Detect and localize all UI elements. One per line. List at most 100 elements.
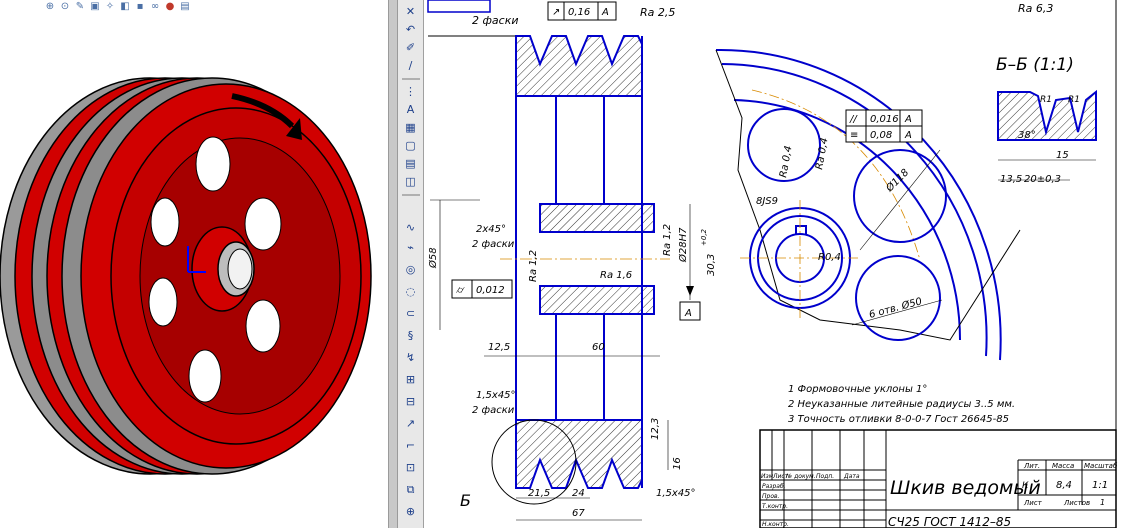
material: СЧ25 ГОСТ 1412–85 (888, 515, 1011, 528)
tb-col-podp: Подп. (816, 473, 834, 480)
chamfer-15x45: 1,5х45° (476, 390, 516, 401)
dim-303: 30,3 (706, 254, 717, 276)
dim-303-tol: +0,2 (700, 228, 708, 246)
note-3: 3 Точность отливки 8-0-0-7 Гост 26645-85 (788, 414, 1009, 425)
technical-drawing: ↗ 0,16 A Ra 2,5 Ra 6,3 2 фаски 2х45° 2 ф… (427, 0, 1118, 528)
zoom-fit-icon[interactable]: ⊙ (59, 1, 71, 13)
cube-icon[interactable]: ▣ (89, 1, 101, 13)
point-icon[interactable]: ⋮ (403, 84, 418, 99)
pulley-3d-model[interactable] (0, 14, 388, 528)
sec-r1-a: R1 (1040, 95, 1052, 105)
ra-12-right: Ra 1,2 (662, 224, 673, 256)
key-8js9: 8JS9 (756, 196, 778, 207)
rect-icon[interactable]: ⊞ (403, 372, 418, 387)
symmetry-value: 0,08 (870, 130, 892, 141)
ra-04-b: Ra 0,4 (814, 137, 830, 171)
move-icon[interactable]: ⊕ (403, 504, 418, 519)
section-bb-detail (997, 89, 1097, 181)
tb-col-doc: № докум. (785, 473, 816, 480)
zoom-in-icon[interactable]: ⊕ (44, 1, 56, 13)
tb-row-razrab: Разраб. (762, 483, 786, 490)
dia-58: Ø58 (427, 247, 439, 269)
pulley-section-view (430, 35, 701, 521)
select-icon[interactable]: ✕ (403, 4, 418, 19)
drawing-toolbar: ✕ ↶ ✐ ∕ ⋮ A ▦ ▢ ▤ ◫ ∿ ⌁ ◎ ◌ ⊂ § ↯ ⊞ ⊟ ↗ … (398, 0, 424, 528)
tb-mass-label: Масса (1052, 462, 1074, 470)
two-chamfers-mid: 2 фаски (472, 239, 515, 250)
tb-col-data: Дата (843, 473, 860, 480)
copy-icon[interactable]: ⧉ (403, 482, 418, 497)
sec-15: 15 (1056, 150, 1069, 161)
scene-icon[interactable]: ▤ (179, 1, 191, 13)
layer-icon[interactable]: ▤ (403, 156, 418, 171)
dim-67: 67 (572, 508, 585, 519)
sec-20: 20±0,3 (1024, 174, 1061, 185)
spoke-hole (195, 136, 231, 192)
dim-125: 12,5 (488, 342, 510, 353)
tb-row-tkontr: Т.контр. (762, 503, 788, 510)
part-name: Шкив ведомый (890, 477, 1041, 499)
spoke-hole (150, 197, 180, 247)
hatch-icon[interactable]: § (403, 328, 418, 343)
offset-icon[interactable]: ⌐ (403, 438, 418, 453)
wrench-icon[interactable]: ✎ (74, 1, 86, 13)
snap-icon[interactable]: ✧ (104, 1, 116, 13)
sec-135: 13,5 (1000, 174, 1022, 185)
line-icon[interactable]: ✐ (403, 40, 418, 55)
runout-value: 0,012 (476, 285, 505, 296)
circle-icon[interactable]: ◎ (403, 262, 418, 277)
sec-38: 38° (1018, 130, 1036, 141)
svg-text:↗: ↗ (552, 7, 560, 18)
tb-col-izm: Изм (761, 473, 774, 480)
two-chamfers-top: 2 фаски (472, 14, 518, 27)
spoke-hole (188, 349, 222, 403)
mirror-icon[interactable]: ⊡ (403, 460, 418, 475)
tolerance-top-datum: A (601, 7, 609, 18)
tb-mass-value: 8,4 (1056, 480, 1072, 491)
tb-lit-label: Лит. (1023, 462, 1040, 470)
dim-16: 16 (672, 457, 683, 470)
sec-r1-b: R1 (1068, 95, 1080, 105)
undo-icon[interactable]: ↶ (403, 22, 418, 37)
tb-sheets-value: 1 (1100, 498, 1105, 507)
roughness-corner: Ra 6,3 (1018, 2, 1053, 15)
trim-icon[interactable]: ⊟ (403, 394, 418, 409)
dimension-icon[interactable]: ↯ (403, 350, 418, 365)
note-1: 1 Формовочные уклоны 1° (788, 384, 927, 395)
drawing-sheet[interactable]: ↗ 0,16 A Ra 2,5 Ra 6,3 2 фаски 2х45° 2 ф… (424, 0, 1132, 528)
view-icon[interactable]: ▢ (403, 138, 418, 153)
3d-viewport[interactable]: ⊕ ⊙ ✎ ▣ ✧ ◧ ▪ ∞ ● ▤ (0, 0, 388, 528)
polygon-icon[interactable]: ⌁ (403, 240, 418, 255)
tb-sheets-label: Листов (1063, 499, 1090, 507)
display-style-icon[interactable]: ▪ (134, 1, 146, 13)
datum-a: A (684, 308, 692, 319)
ra-16: Ra 1,6 (600, 270, 632, 281)
two-chamfers-low: 2 фаски (472, 405, 515, 416)
section-title: Б–Б (1:1) (996, 55, 1074, 75)
dia-118: Ø118 (883, 167, 911, 195)
spoke-hole (244, 197, 282, 251)
fillet-icon[interactable]: ◌ (403, 284, 418, 299)
extend-icon[interactable]: ↗ (403, 416, 418, 431)
r04: R0,4 (818, 252, 841, 263)
view-orient-icon[interactable]: ◧ (119, 1, 131, 13)
text-icon[interactable]: A (403, 102, 418, 117)
holes-6x50: 6 отв. Ø50 (868, 295, 924, 321)
dim-24: 24 (572, 488, 585, 499)
pane-splitter[interactable] (388, 0, 398, 528)
dim-15x45-right: 1,5х45° (656, 488, 696, 499)
spline-icon[interactable]: ∿ (403, 220, 418, 235)
tb-scale-label: Масштаб (1084, 462, 1118, 470)
chamfer-icon[interactable]: ⊂ (403, 306, 418, 321)
measure-icon[interactable]: ◫ (403, 174, 418, 189)
appearance-icon[interactable]: ● (164, 1, 176, 13)
hide-show-icon[interactable]: ∞ (149, 1, 161, 13)
roughness-top: Ra 2,5 (640, 6, 675, 19)
tb-row-nkontr: Н.контр. (762, 521, 789, 528)
dim-215: 21,5 (528, 488, 550, 499)
table-icon[interactable]: ▦ (403, 120, 418, 135)
spoke-hole (245, 299, 281, 353)
view-toolbar: ⊕ ⊙ ✎ ▣ ✧ ◧ ▪ ∞ ● ▤ (44, 0, 191, 14)
arc-icon[interactable]: ∕ (403, 58, 418, 73)
ra-12-left: Ra 1,2 (528, 250, 539, 282)
